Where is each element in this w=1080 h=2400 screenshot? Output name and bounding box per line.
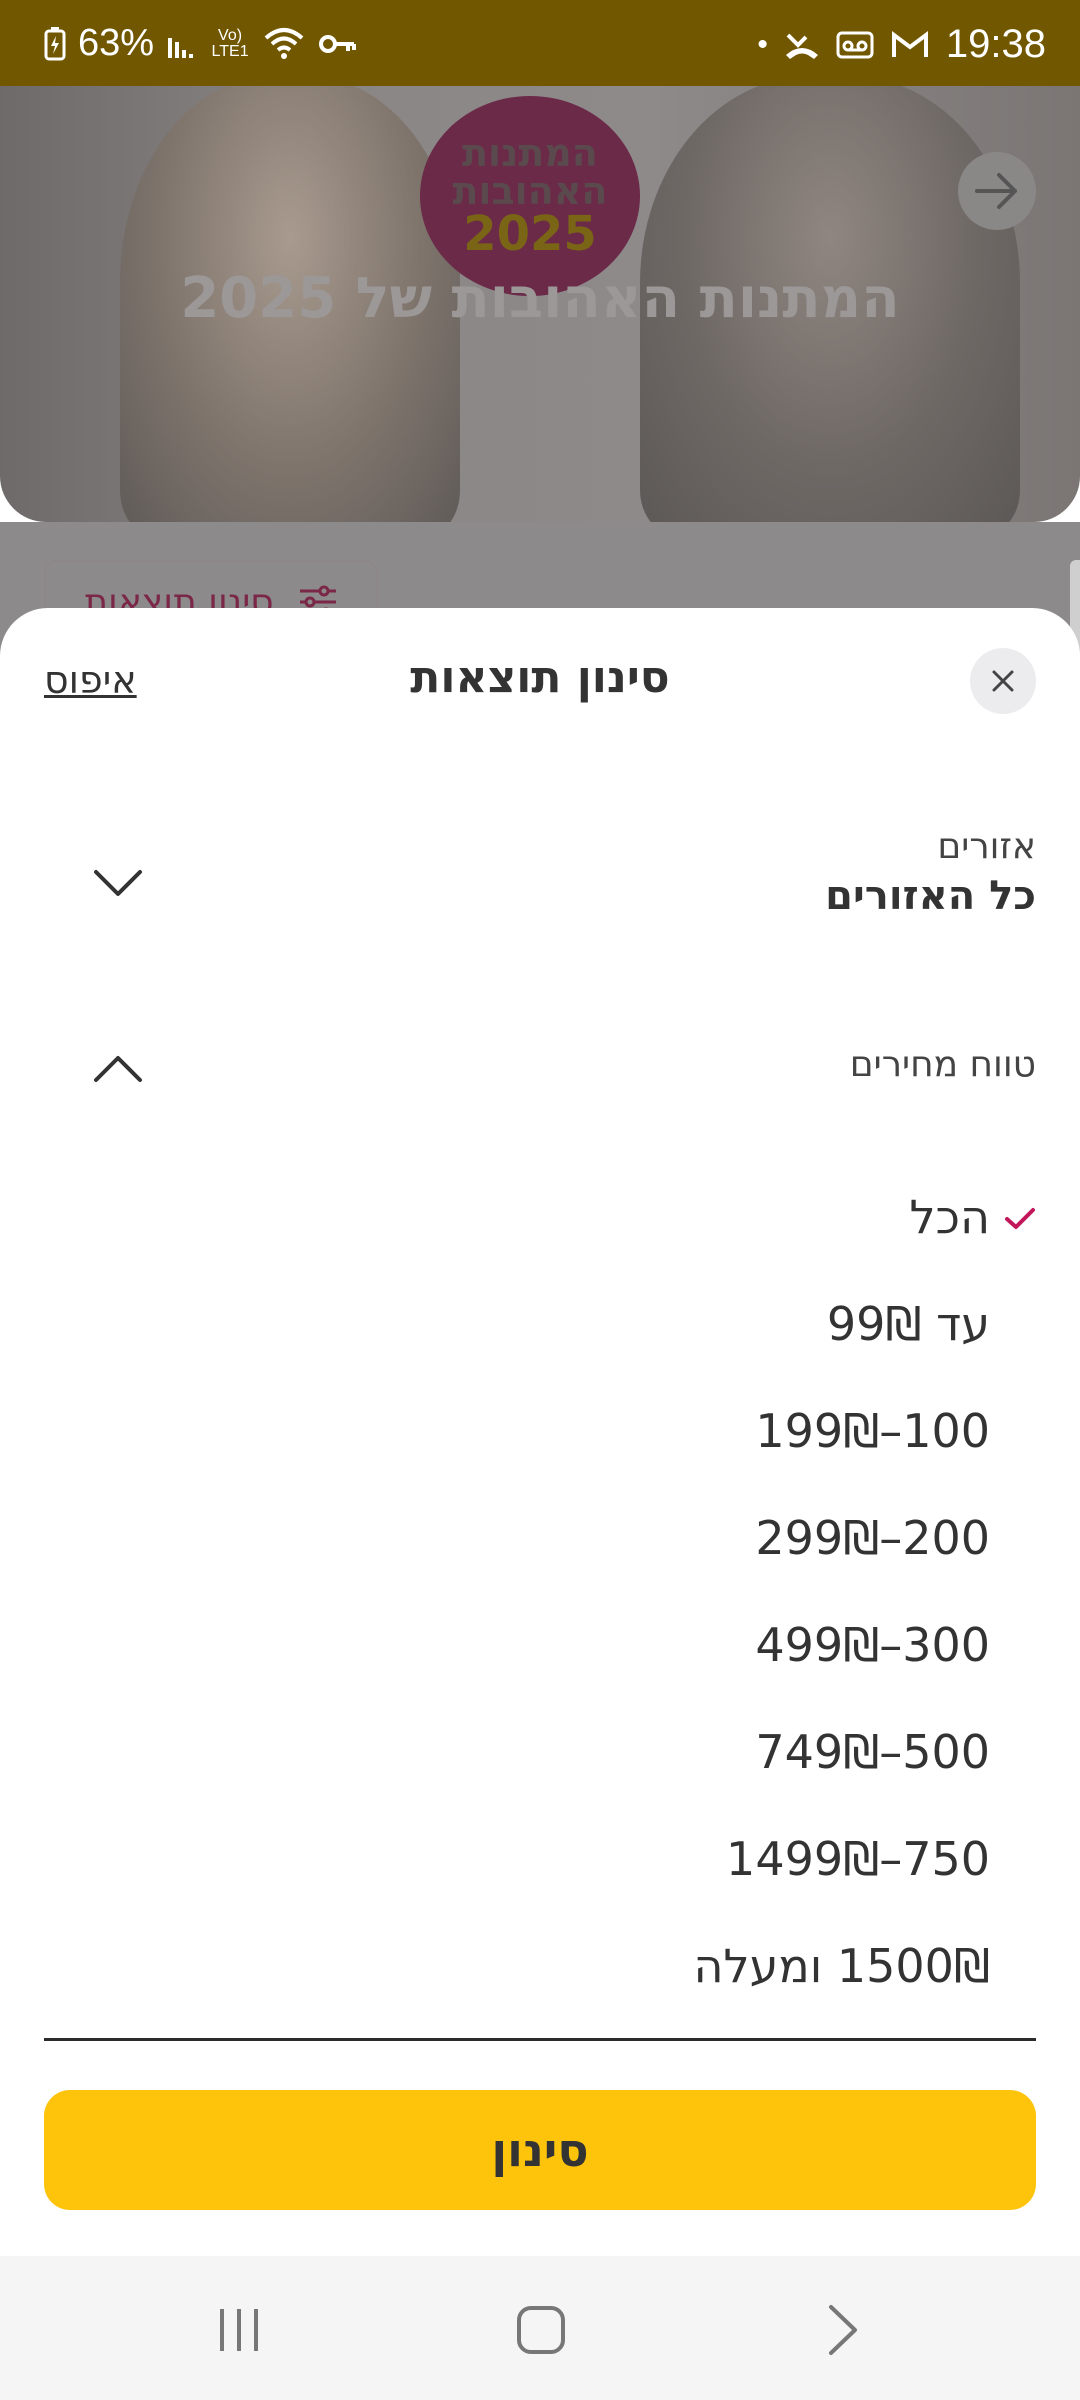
badge-line2: האהובות — [452, 169, 608, 213]
price-option[interactable]: 750–1499₪ — [726, 1832, 990, 1886]
system-nav-bar — [0, 2256, 1080, 2400]
recent-apps-button[interactable] — [194, 2300, 284, 2360]
chevron-right-icon — [829, 2305, 857, 2355]
price-range-toggle[interactable]: טווח מחירים — [44, 1044, 1036, 1124]
clock: 19:38 — [945, 22, 1046, 66]
recent-apps-icon — [220, 2309, 258, 2351]
volte-icon: Vo) LTE1 — [211, 26, 249, 60]
arrow-right-icon — [975, 173, 1017, 209]
filter-submit-button[interactable]: סינון — [44, 2090, 1036, 2210]
vpn-key-icon — [319, 34, 357, 53]
price-option[interactable]: 100–199₪ — [755, 1404, 990, 1458]
chevron-down-icon — [94, 870, 142, 896]
status-right: • 19:38 — [757, 22, 1046, 67]
regions-value: כל האזורים — [825, 873, 1036, 919]
price-option[interactable]: הכל — [909, 1190, 990, 1244]
wifi-icon — [264, 27, 304, 59]
price-option[interactable]: 500–749₪ — [755, 1725, 990, 1779]
dot-icon: • — [757, 27, 768, 61]
divider — [44, 2038, 1036, 2041]
sheet-header: איפוס סינון תוצאות — [0, 608, 1080, 748]
hero-title: המתנות האהובות של 2025 — [180, 266, 900, 331]
battery-percent: 63% — [78, 22, 155, 64]
hero-banner[interactable]: המתנות האהובות 2025 המתנות האהובות של 20… — [0, 86, 1080, 522]
price-option[interactable]: 200–299₪ — [755, 1511, 990, 1565]
close-icon — [992, 670, 1014, 692]
price-option[interactable]: 300–499₪ — [755, 1618, 990, 1672]
price-option[interactable]: 1500₪ ומעלה — [693, 1939, 990, 1993]
home-button[interactable] — [496, 2300, 586, 2360]
battery-charging-icon — [44, 26, 66, 60]
price-option[interactable]: עד 99₪ — [827, 1297, 990, 1351]
badge-line1: המתנות — [462, 131, 598, 175]
home-icon — [517, 2306, 565, 2354]
hero-next-button[interactable] — [958, 152, 1036, 230]
price-range-label: טווח מחירים — [849, 1044, 1036, 1085]
check-icon — [1005, 1208, 1035, 1229]
voicemail-icon — [836, 31, 874, 58]
chevron-up-icon — [94, 1056, 142, 1082]
close-button[interactable] — [970, 648, 1036, 714]
status-bar: 63% Vo) LTE1 • 19:38 — [0, 0, 1080, 86]
regions-dropdown[interactable]: אזורים כל האזורים — [44, 826, 1036, 936]
filter-bottom-sheet: איפוס סינון תוצאות אזורים כל האזורים טוו… — [0, 608, 1080, 2256]
back-button[interactable] — [798, 2300, 888, 2360]
signal-icon — [168, 37, 194, 58]
gmail-icon — [891, 30, 928, 57]
badge-year: 2025 — [463, 206, 597, 262]
sheet-title: סינון תוצאות — [410, 652, 670, 703]
regions-label: אזורים — [937, 826, 1036, 867]
missed-call-icon — [785, 33, 818, 59]
status-left: 63% Vo) LTE1 — [44, 22, 358, 65]
